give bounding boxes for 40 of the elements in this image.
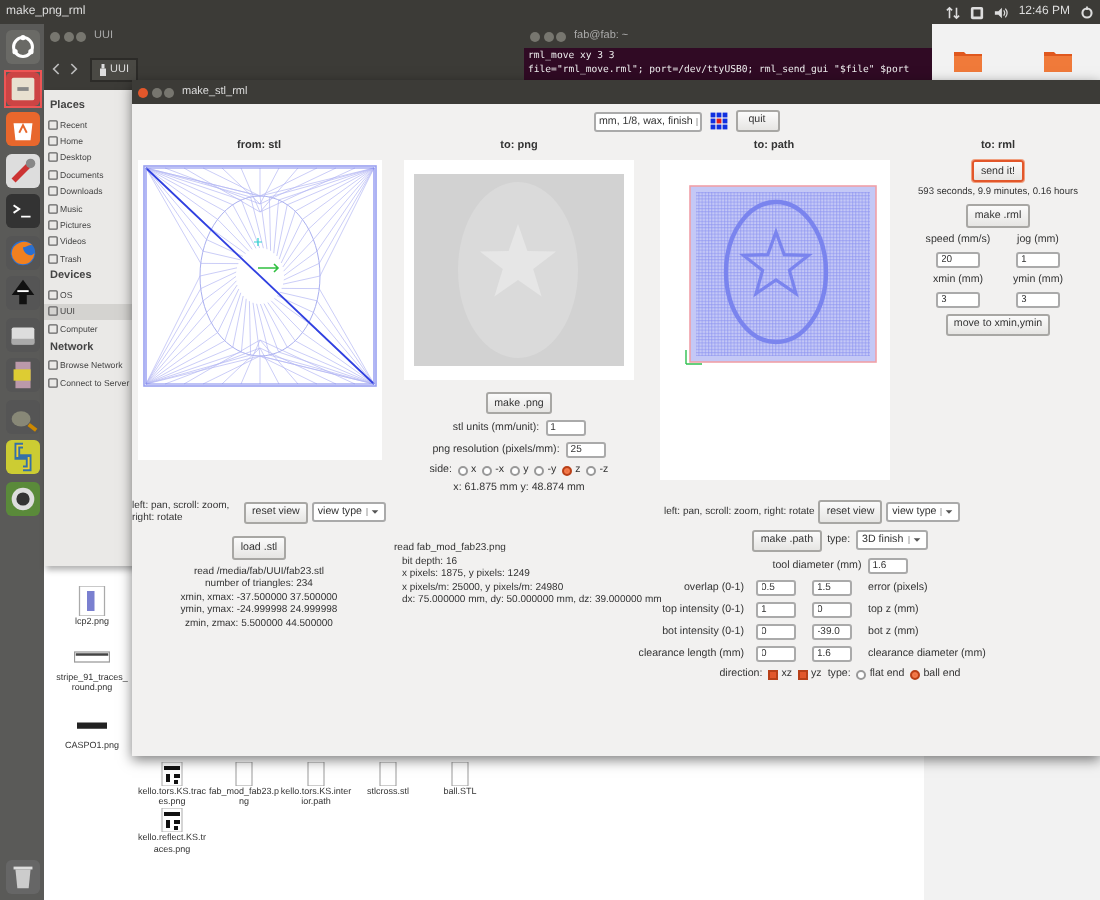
file-cabinet-icon[interactable]: [5, 71, 39, 105]
toolpath-drawing[interactable]: [659, 160, 889, 480]
trash-icon[interactable]: [5, 860, 39, 894]
minimize-button[interactable]: [543, 31, 553, 41]
power-gear-icon[interactable]: [1080, 5, 1094, 19]
radio-button[interactable]: [562, 465, 573, 476]
transfer-arrows-icon[interactable]: [946, 5, 961, 19]
checkbox[interactable]: [798, 669, 809, 680]
caret-icon: [907, 536, 922, 545]
shopping-bag-icon[interactable]: [5, 112, 39, 146]
terminal-icon[interactable]: [5, 194, 39, 228]
usb-drive-icon: [100, 63, 106, 75]
snake-icon[interactable]: [5, 440, 39, 474]
volume-icon[interactable]: [994, 5, 1009, 19]
file-thumbnail[interactable]: [74, 586, 110, 616]
radio-button[interactable]: [586, 465, 597, 476]
round-badge-icon[interactable]: [5, 481, 39, 515]
close-button[interactable]: [50, 31, 60, 41]
close-button[interactable]: [138, 87, 148, 97]
mesh-wireframe-drawing[interactable]: [137, 160, 381, 460]
close-button[interactable]: [530, 31, 540, 41]
folder-icon[interactable]: [954, 48, 982, 72]
checkbox[interactable]: [768, 669, 779, 680]
minimize-button[interactable]: [63, 31, 73, 41]
wrench-icon[interactable]: [5, 153, 39, 187]
minimize-button[interactable]: [151, 87, 161, 97]
dot-grid-icon[interactable]: [709, 112, 727, 130]
caret-icon: [365, 508, 380, 517]
radio-button[interactable]: [856, 669, 867, 680]
maximize-button[interactable]: [556, 31, 566, 41]
caret-icon: [940, 508, 955, 517]
radio-button[interactable]: [510, 465, 521, 476]
radio-button[interactable]: [457, 465, 468, 476]
maximize-button[interactable]: [164, 87, 174, 97]
radio-button[interactable]: [910, 669, 921, 680]
radio-button[interactable]: [482, 465, 493, 476]
maximize-button[interactable]: [76, 31, 86, 41]
circle-logo-icon[interactable]: [5, 30, 39, 64]
folder-icon[interactable]: [1044, 48, 1072, 72]
radio-button[interactable]: [534, 465, 545, 476]
